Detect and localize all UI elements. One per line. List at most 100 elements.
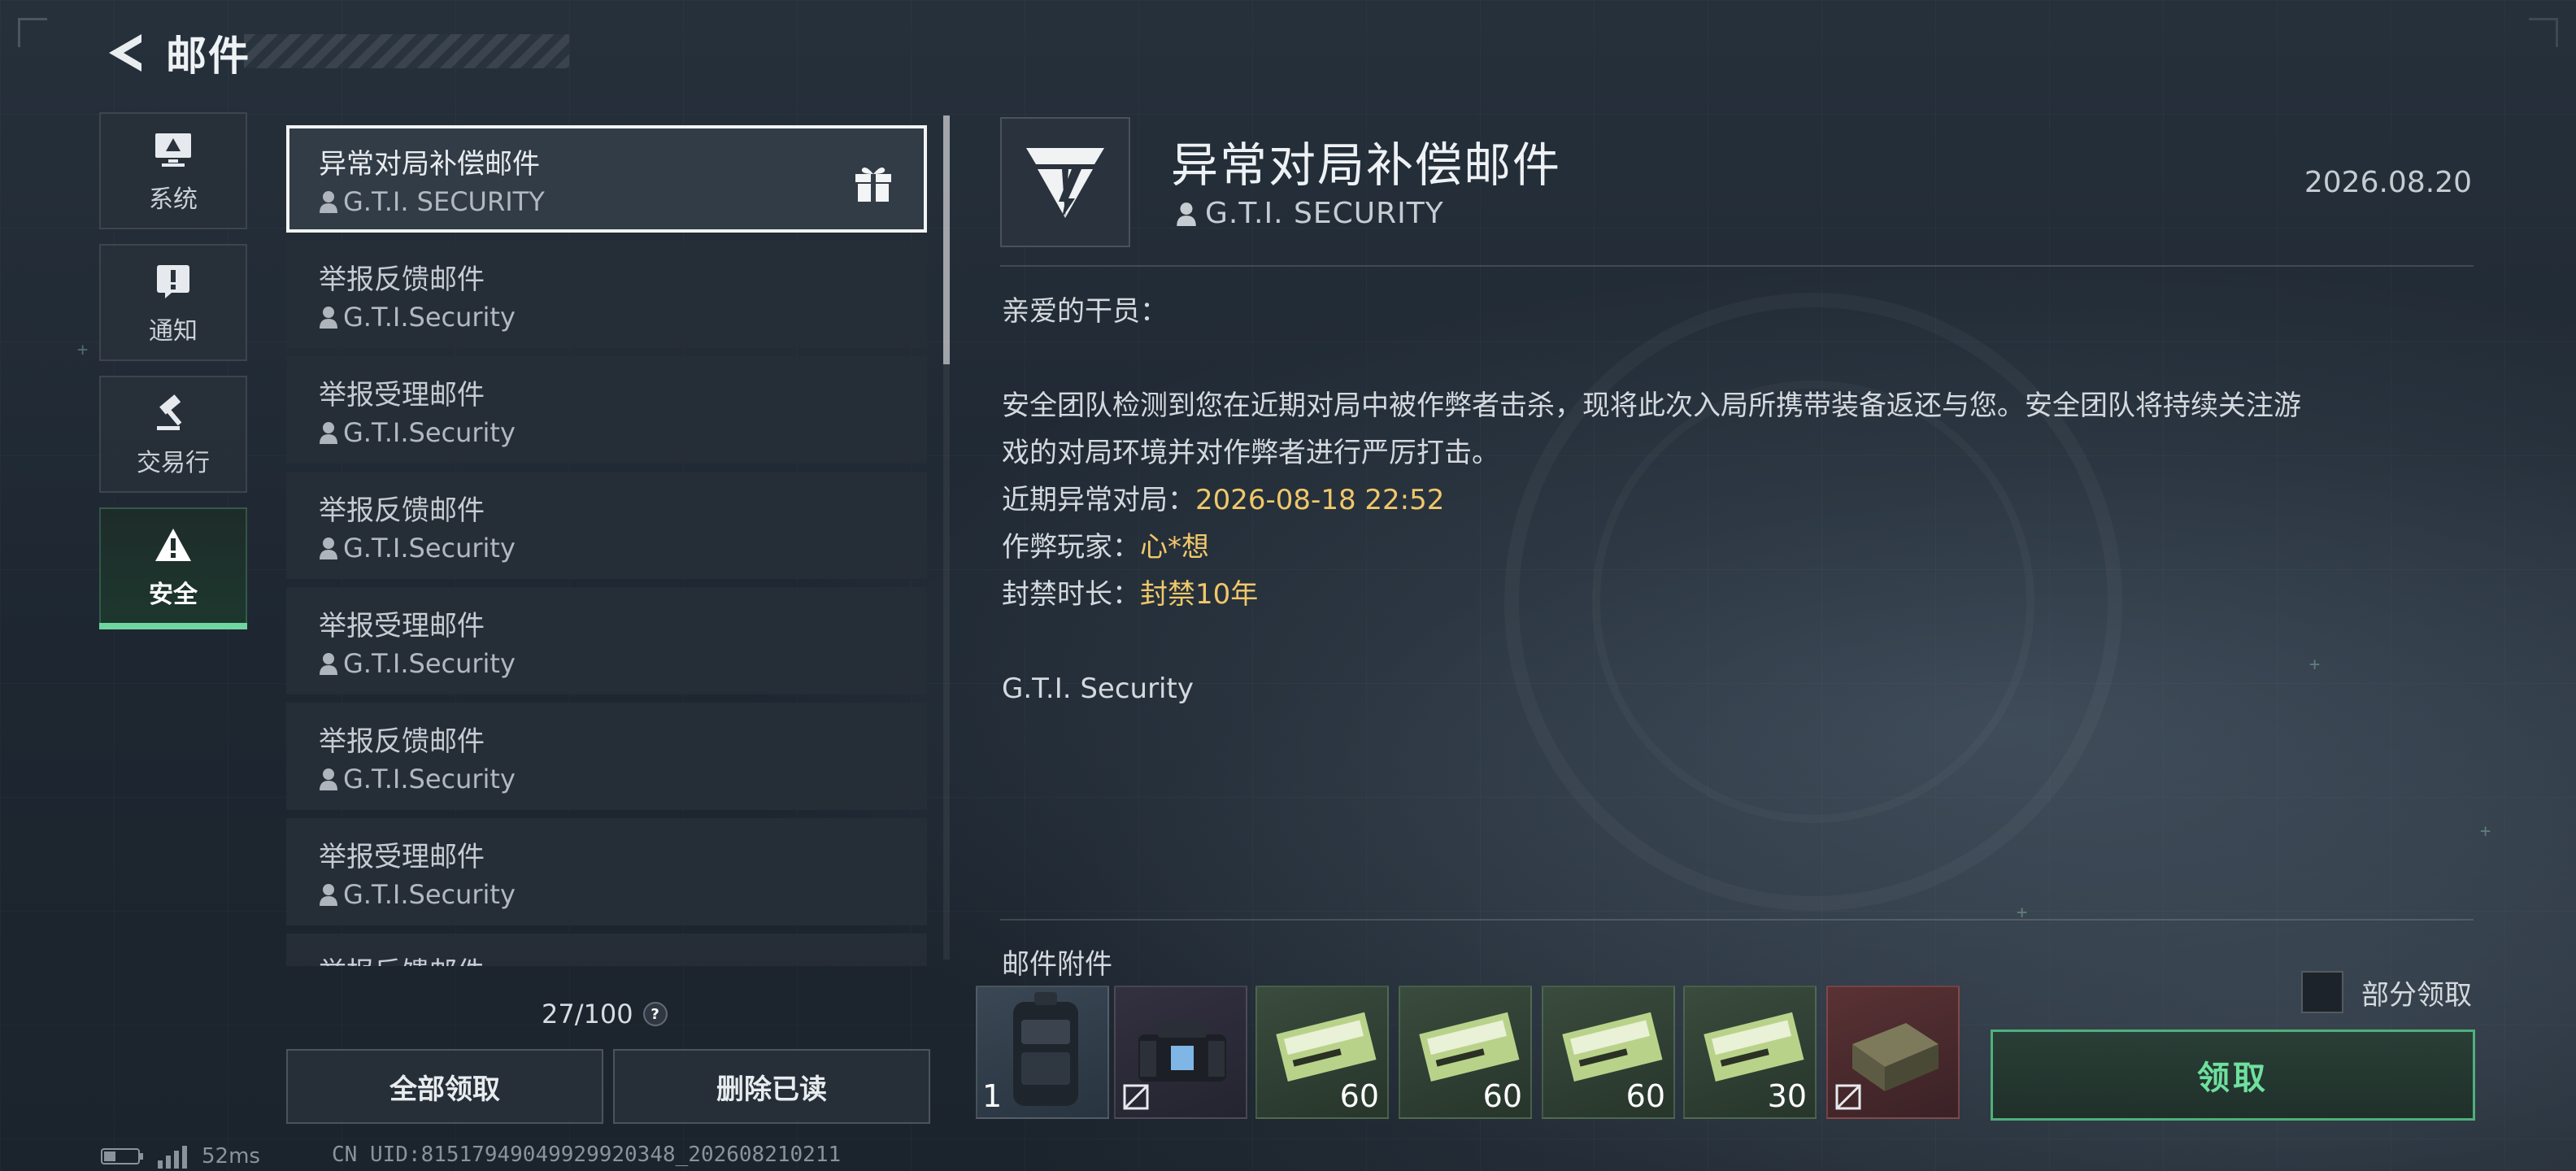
mail-subject: 举报受理邮件 — [319, 379, 485, 411]
mail-subject: 异常对局补偿邮件 — [319, 148, 540, 181]
mail-sender: G.T.I.Security — [319, 302, 927, 333]
person-icon — [320, 191, 337, 213]
delete-read-button[interactable]: 删除已读 — [613, 1049, 930, 1124]
cheater-label: 作弊玩家： — [1002, 531, 1140, 564]
mail-item-partial[interactable]: 举报反馈邮件 — [286, 934, 927, 966]
category-label: 交易行 — [137, 449, 210, 477]
category-trade[interactable]: 交易行 — [99, 376, 247, 493]
mail-item[interactable]: 举报反馈邮件 G.T.I.Security — [286, 472, 927, 579]
attachments-label: 邮件附件 — [1002, 948, 1112, 981]
category-security[interactable]: 安全 — [99, 507, 247, 629]
sender-logo — [1000, 117, 1130, 247]
mail-sender: G.T.I. SECURITY — [319, 186, 924, 217]
person-icon — [320, 653, 337, 675]
mail-sender-name: G.T.I.Security — [343, 879, 516, 910]
claim-button[interactable]: 领取 — [1991, 1030, 2475, 1121]
mail-count-text: 27/100 — [542, 999, 633, 1030]
attachment-slot[interactable]: 60 — [1399, 986, 1532, 1119]
attachment-qty: 1 — [982, 1078, 1003, 1114]
person-icon — [1177, 202, 1196, 226]
gavel-icon — [150, 390, 196, 436]
mail-sender-name: G.T.I.Security — [343, 533, 516, 564]
mail-sender-name: G.T.I.Security — [343, 302, 516, 333]
mail-item[interactable]: 举报受理邮件 G.T.I.Security — [286, 587, 927, 694]
monitor-icon — [150, 127, 196, 172]
person-icon — [320, 422, 337, 444]
mail-item[interactable]: 举报受理邮件 G.T.I.Security — [286, 818, 927, 925]
person-icon — [320, 884, 337, 906]
category-label: 安全 — [149, 581, 198, 609]
partial-claim-checkbox[interactable] — [2301, 971, 2343, 1013]
mail-counter: 27/100 ? — [542, 999, 668, 1030]
cheater-value: 心*想 — [1140, 531, 1209, 564]
warning-triangle-icon — [150, 522, 196, 568]
mail-item-selected[interactable]: 异常对局补偿邮件 G.T.I. SECURITY — [286, 125, 927, 233]
mail-subject: 举报反馈邮件 — [319, 263, 485, 296]
mail-item[interactable]: 举报反馈邮件 G.T.I.Security — [286, 703, 927, 810]
uid-text: CN UID:81517949049929920348_202608210211 — [332, 1143, 842, 1167]
category-notice[interactable]: 通知 — [99, 244, 247, 361]
attachment-qty: 60 — [1482, 1078, 1522, 1114]
mail-sender: G.T.I.Security — [319, 417, 927, 448]
partial-claim-toggle[interactable]: 部分领取 — [2301, 971, 2472, 1013]
ping-text: 52ms — [202, 1144, 260, 1169]
mail-paragraph-line: 安全团队检测到您在近期对局中被作弊者击杀，现将此次入局所携带装备返还与您。安全团… — [1002, 390, 2301, 422]
mail-sender: G.T.I.Security — [319, 879, 927, 910]
category-label: 系统 — [149, 185, 198, 214]
attachment-slot[interactable] — [1826, 986, 1960, 1119]
ban-label: 封禁时长： — [1002, 578, 1140, 611]
mail-sender-name: G.T.I.Security — [343, 648, 516, 679]
attachment-slot[interactable]: 60 — [1542, 986, 1675, 1119]
frame-corner — [2529, 18, 2558, 47]
mail-subject: 举报受理邮件 — [319, 610, 485, 642]
mail-sender: G.T.I.Security — [319, 764, 927, 794]
battery-icon — [101, 1148, 143, 1164]
mail-detail-sender: G.T.I. SECURITY — [1176, 197, 1444, 230]
category-system[interactable]: 系统 — [99, 112, 247, 229]
attachment-slot[interactable] — [1114, 986, 1247, 1119]
mail-sender: G.T.I.Security — [319, 648, 927, 679]
mail-item[interactable]: 举报受理邮件 G.T.I.Security — [286, 356, 927, 464]
mail-greeting: 亲爱的干员： — [1002, 295, 1168, 328]
attachment-qty: 30 — [1767, 1078, 1807, 1114]
partial-claim-label: 部分领取 — [2361, 978, 2472, 1012]
mail-detail-sender-name: G.T.I. SECURITY — [1205, 197, 1444, 230]
title-stripes — [244, 34, 569, 68]
cheater-info: 作弊玩家：心*想 — [1002, 524, 1209, 571]
divider — [1000, 265, 2474, 267]
ban-info: 封禁时长：封禁10年 — [1002, 571, 1258, 618]
attachment-qty: 60 — [1339, 1078, 1379, 1114]
mail-list: 异常对局补偿邮件 G.T.I. SECURITY 举报反馈邮件 G.T.I.Se… — [286, 122, 927, 966]
attachment-slot[interactable]: 30 — [1683, 986, 1817, 1119]
decor-plus: + — [2480, 821, 2491, 842]
match-label: 近期异常对局： — [1002, 484, 1195, 516]
attachment-slot[interactable]: 1 — [976, 986, 1109, 1119]
bound-icon — [1123, 1084, 1149, 1110]
mail-list-scroll-thumb[interactable] — [943, 115, 950, 364]
ban-value: 封禁10年 — [1140, 578, 1259, 611]
back-button[interactable] — [98, 24, 154, 81]
mail-subject: 举报反馈邮件 — [319, 950, 927, 966]
match-value: 2026-08-18 22:52 — [1195, 484, 1445, 516]
mail-paragraph-line: 戏的对局环境并对作弊者进行严厉打击。 — [1002, 437, 1499, 469]
attachment-slot[interactable]: 60 — [1255, 986, 1389, 1119]
mail-item[interactable]: 举报反馈邮件 G.T.I.Security — [286, 241, 927, 348]
attachment-qty: 60 — [1625, 1078, 1665, 1114]
person-icon — [320, 538, 337, 559]
divider — [1000, 919, 2474, 921]
back-arrow-icon — [109, 34, 141, 72]
decor-plus: + — [77, 340, 89, 360]
mail-subject: 举报受理邮件 — [319, 841, 485, 873]
mail-subject: 举报反馈邮件 — [319, 494, 485, 527]
bound-icon — [1835, 1084, 1861, 1110]
page-title: 邮件 — [166, 33, 250, 80]
decor-plus: + — [2309, 655, 2321, 675]
person-icon — [320, 768, 337, 790]
mail-sender-name: G.T.I. SECURITY — [343, 186, 545, 217]
help-icon[interactable]: ? — [642, 1002, 668, 1026]
mail-detail-title: 异常对局补偿邮件 — [1171, 137, 1562, 193]
claim-all-button[interactable]: 全部领取 — [286, 1049, 603, 1124]
header: 邮件 — [98, 24, 250, 81]
match-info: 近期异常对局：2026-08-18 22:52 — [1002, 477, 1444, 524]
mail-detail-date: 2026.08.20 — [2304, 166, 2472, 199]
